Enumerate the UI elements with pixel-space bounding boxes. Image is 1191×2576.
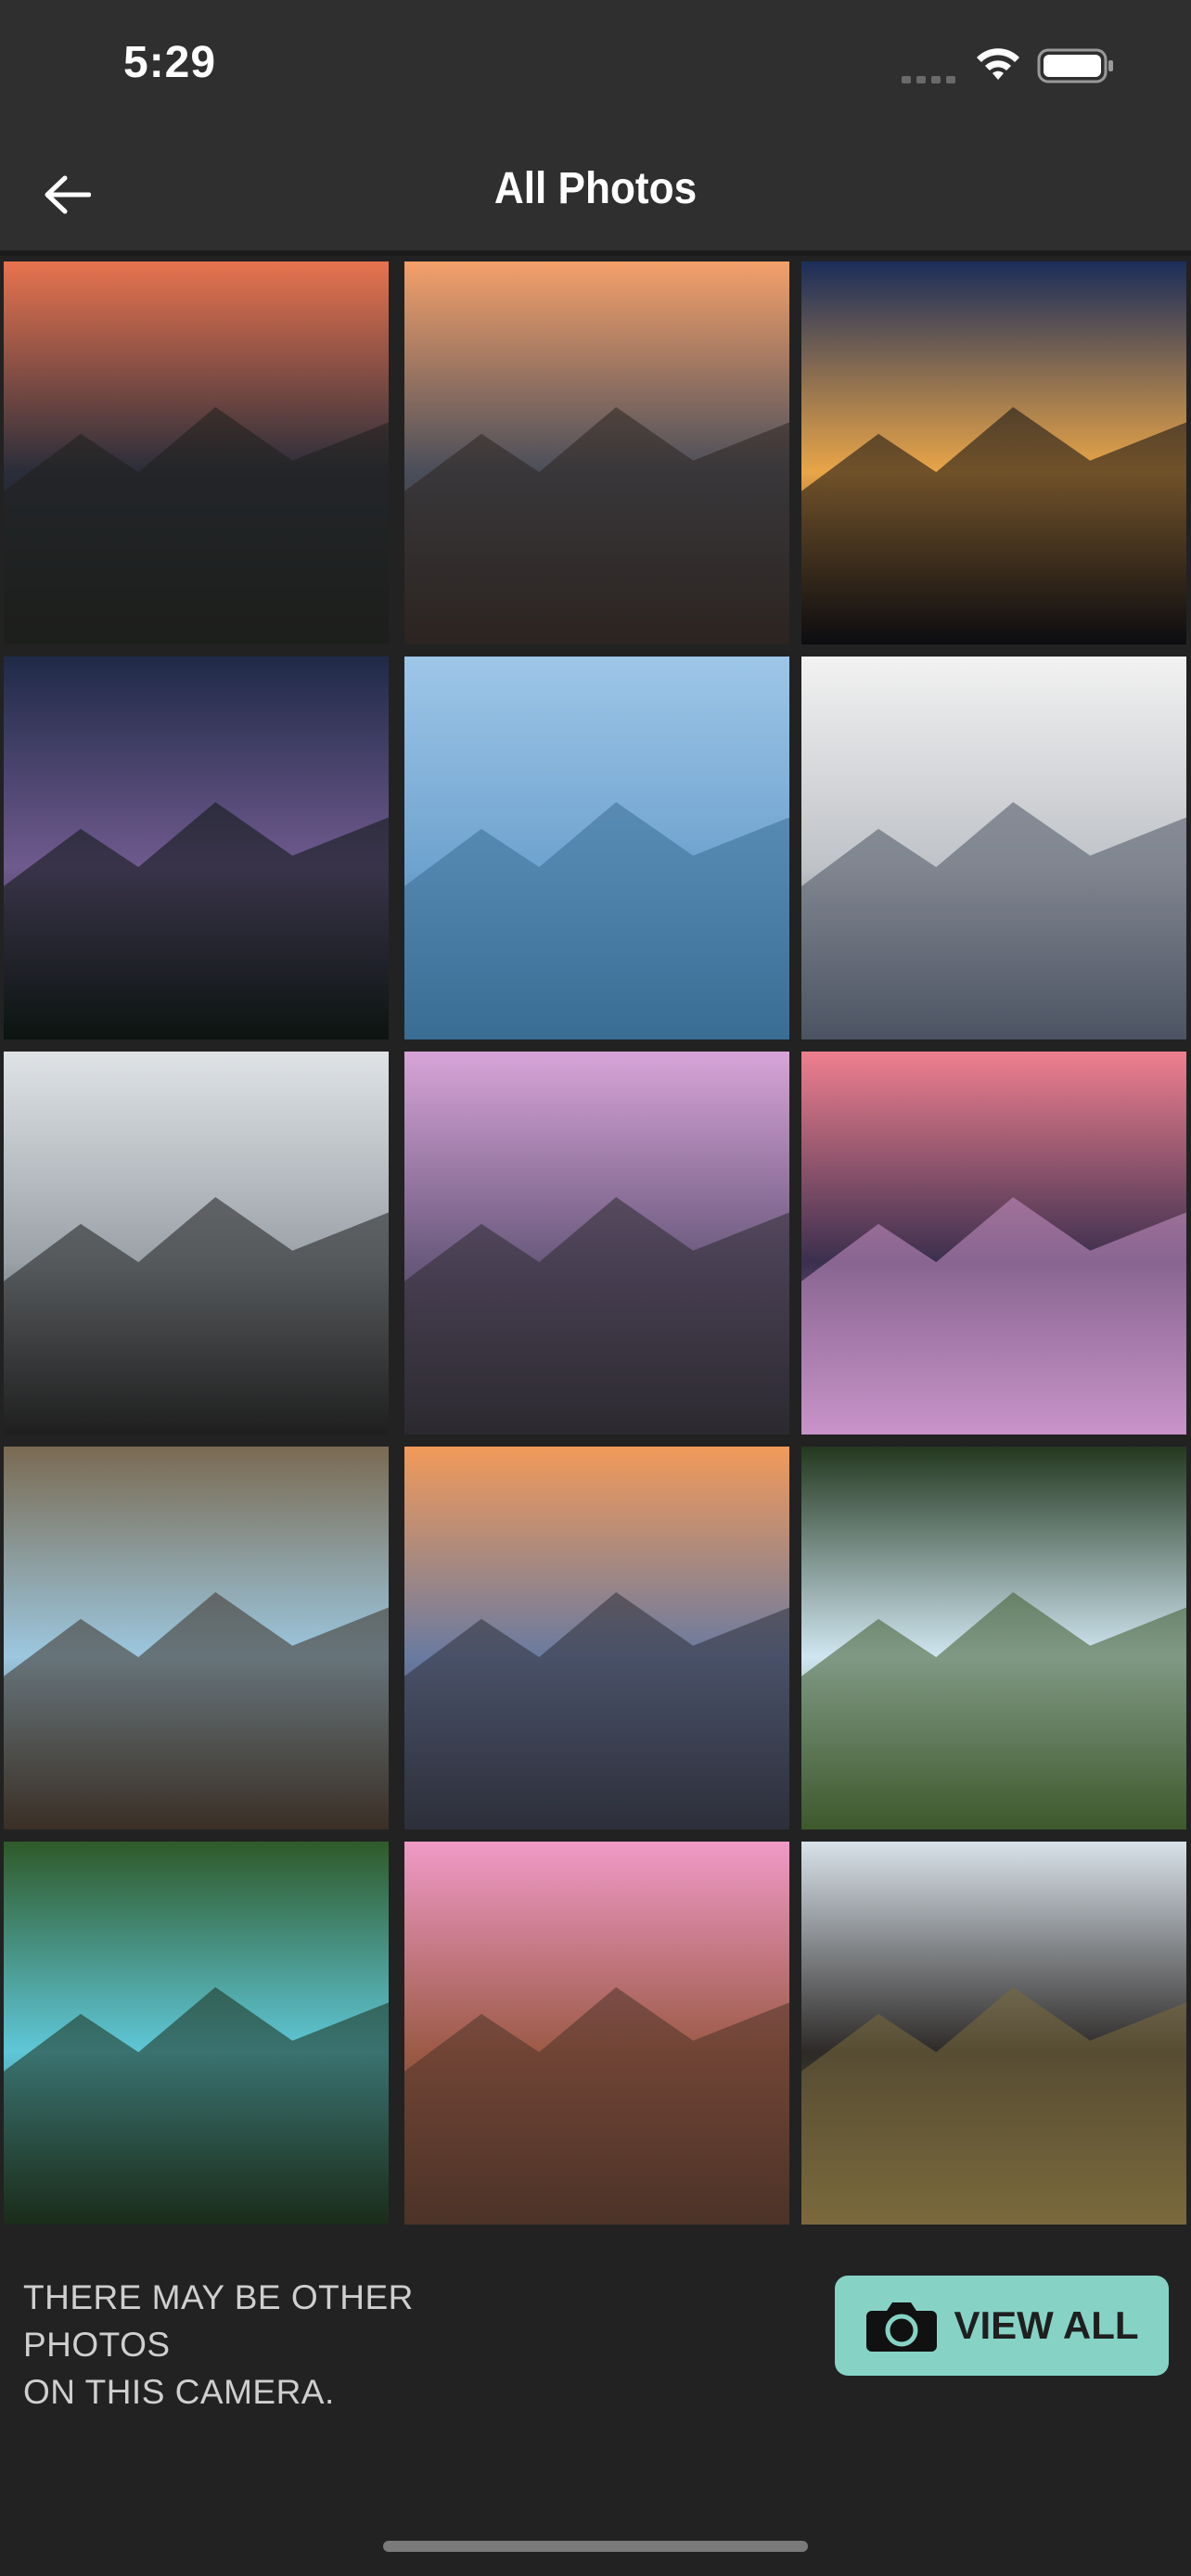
- page-title: All Photos: [493, 164, 698, 213]
- other-photos-note: THERE MAY BE OTHER PHOTOS ON THIS CAMERA…: [23, 2274, 543, 2416]
- photo-thumbnail-milky-way-mountains[interactable]: [4, 657, 389, 1039]
- photo-thumbnail-coastal-rock-shelf-dusk[interactable]: [404, 1052, 789, 1435]
- photo-thumbnail-under-pier-reflection[interactable]: [4, 1447, 389, 1830]
- photo-thumbnail-crashing-wave-rocks[interactable]: [4, 1052, 389, 1435]
- note-line-2: ON THIS CAMERA.: [23, 2373, 335, 2411]
- status-time: 5:29: [123, 38, 217, 87]
- photo-thumbnail-turquoise-waterfalls[interactable]: [4, 1842, 389, 2225]
- note-line-1: THERE MAY BE OTHER PHOTOS: [23, 2278, 414, 2364]
- photo-thumbnail-frozen-lake-bubbles[interactable]: [801, 1052, 1186, 1435]
- photo-thumbnail-mountain-sunset-black-sand[interactable]: [4, 261, 389, 644]
- photo-thumbnail-eiffel-tower-sunset[interactable]: [404, 1447, 789, 1830]
- camera-icon: [866, 2302, 938, 2352]
- photo-thumbnail-mountain-in-clouds[interactable]: [801, 657, 1186, 1039]
- view-all-button[interactable]: VIEW ALL: [835, 2276, 1169, 2376]
- photo-thumbnail-rowboats-calm-lake[interactable]: [404, 657, 789, 1039]
- view-all-label: VIEW ALL: [954, 2303, 1139, 2347]
- status-bar: 5:29: [0, 0, 1191, 139]
- wifi-icon: [977, 48, 1019, 80]
- photo-thumbnail-sea-stacks-sunset[interactable]: [404, 261, 789, 644]
- photo-thumbnail-canyon-waterfall-rainbow[interactable]: [404, 1842, 789, 2225]
- photo-thumbnail-city-skyline-night[interactable]: [801, 261, 1186, 644]
- app-header: All Photos: [0, 139, 1191, 256]
- photo-thumbnail-waterfall-mossy-gorge[interactable]: [801, 1447, 1186, 1830]
- home-indicator: [383, 2541, 808, 2552]
- battery-icon: [1037, 48, 1113, 83]
- cellular-signal-icon: [902, 76, 955, 83]
- photo-thumbnail-beach-sea-stack[interactable]: [801, 1842, 1186, 2225]
